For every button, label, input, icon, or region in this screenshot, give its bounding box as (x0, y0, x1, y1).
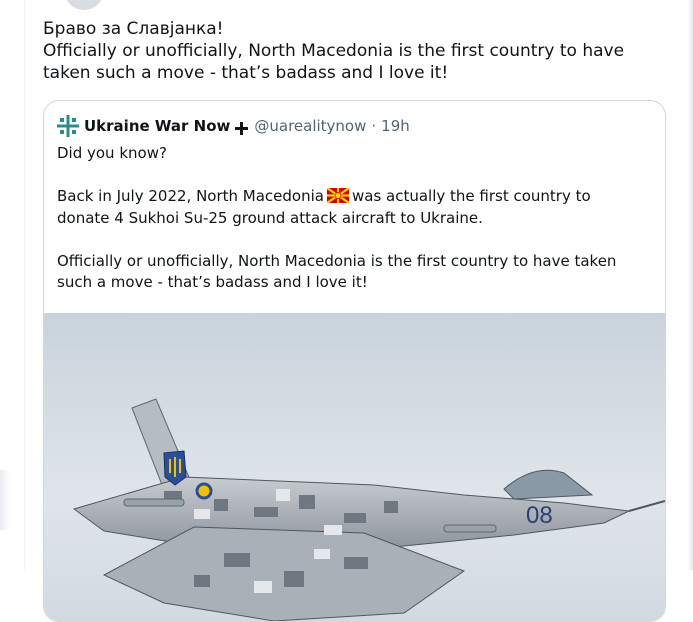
right-gutter (687, 0, 693, 570)
avatar[interactable] (64, 0, 104, 10)
quoted-timestamp[interactable]: 19h (381, 117, 410, 135)
quoted-media-image[interactable]: 08 (44, 313, 665, 621)
quoted-text-line: Did you know? (57, 144, 167, 162)
quoted-tweet-header: Ukraine War Now @uarealitynow · 19h (57, 115, 410, 137)
tweet-text-line: Браво за Славјанка! (43, 19, 224, 39)
quoted-text-line: such a move - that’s badass and I love i… (57, 273, 368, 291)
ukraine-war-now-logo-icon (57, 115, 79, 137)
header-separator: · (371, 117, 377, 135)
quoted-text-line: Officially or unofficially, North Macedo… (57, 251, 617, 270)
quoted-text-fragment: was actually the first country to (351, 187, 591, 205)
cross-icon (235, 120, 249, 135)
tweet-text-line: taken such a move - that’s badass and I … (43, 63, 449, 83)
north-macedonia-flag-icon (326, 187, 350, 204)
left-gutter (0, 0, 25, 570)
quoted-tweet-text: Did you know? Back in July 2022, North M… (57, 143, 657, 294)
tweet-text-line: Officially or unofficially, North Macedo… (43, 41, 625, 61)
quoted-author-handle[interactable]: @uarealitynow (254, 117, 366, 135)
quoted-text-line: Back in July 2022, North Macedonia was a… (57, 186, 657, 208)
quoted-text-line: donate 4 Sukhoi Su-25 ground attack airc… (57, 208, 483, 227)
aircraft-number: 08 (526, 502, 553, 529)
tweet-text: Браво за Славјанка! Officially or unoffi… (43, 18, 663, 84)
quoted-tweet-card[interactable]: Ukraine War Now @uarealitynow · 19h Did … (43, 100, 666, 622)
quoted-author-name[interactable]: Ukraine War Now (84, 117, 230, 135)
quoted-text-fragment: Back in July 2022, North Macedonia (57, 187, 324, 205)
